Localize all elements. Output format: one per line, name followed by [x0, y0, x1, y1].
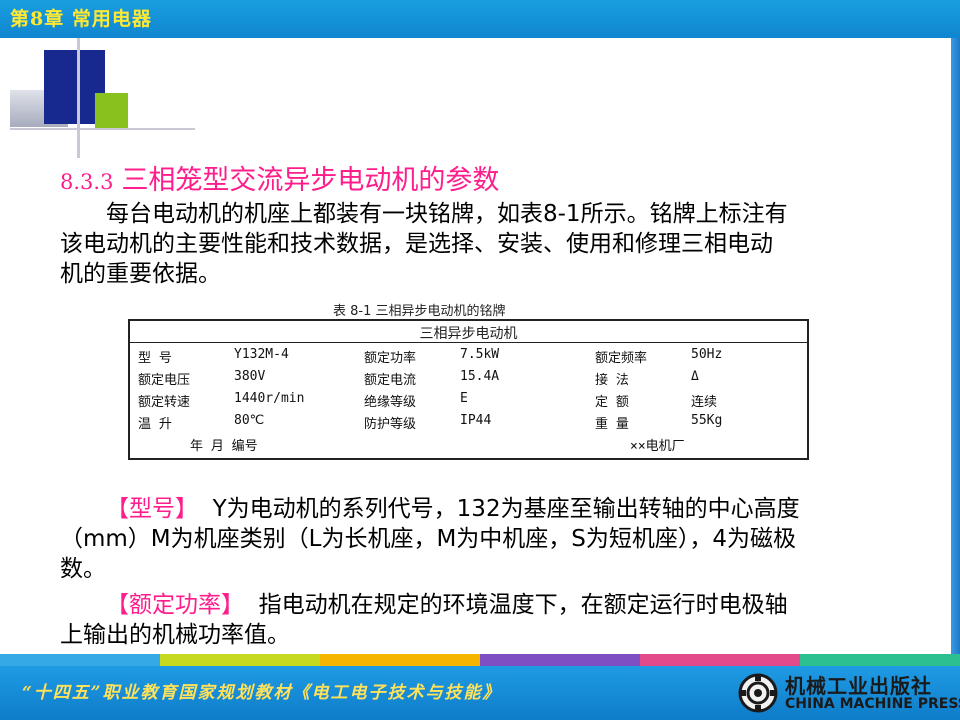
intro-line-3: 机的重要依据。	[60, 261, 221, 287]
power-line-1: 指电动机在规定的环境温度下，在额定运行时电极轴	[258, 592, 788, 618]
top-bar: 第8章 常用电器	[0, 0, 960, 38]
nameplate-label: 绝缘等级	[364, 395, 417, 410]
stripe-segment	[800, 654, 960, 666]
nameplate-label: 重 量	[595, 417, 629, 432]
nameplate-label: 定 额	[595, 395, 629, 410]
stripe-segment	[640, 654, 800, 666]
model-line-1: Y为电动机的系列代号，132为基座至输出转轴的中心高度	[212, 496, 800, 522]
stripe-segment	[0, 654, 160, 666]
nameplate-value: 连续	[691, 395, 718, 410]
table-caption: 表 8-1 三相异步电动机的铭牌	[333, 304, 506, 319]
model-line-3: 数。	[60, 556, 106, 582]
nameplate-label: 额定功率	[364, 351, 417, 366]
decor-green-square	[95, 93, 128, 128]
nameplate-manufacturer: ××电机厂	[630, 439, 685, 454]
section-title: 三相笼型交流异步电动机的参数	[121, 165, 500, 196]
nameplate-value: 55Kg	[691, 413, 723, 428]
nameplate-value: 80℃	[234, 413, 265, 428]
nameplate-value: 1440r/min	[234, 391, 305, 406]
power-term: 【额定功率】	[106, 592, 244, 618]
nameplate-value: 15.4A	[460, 369, 500, 384]
nameplate-label: 防护等级	[364, 417, 417, 432]
publisher-logo-icon	[738, 673, 778, 713]
footer-bar: “十四五”职业教育国家规划教材《电工电子技术与技能》 机械工业出版社 CHINA…	[0, 666, 960, 720]
nameplate-label: 温 升	[138, 417, 172, 432]
nameplate-label: 额定转速	[138, 395, 191, 410]
model-term: 【型号】	[106, 496, 198, 522]
nameplate-label: 接 法	[595, 373, 629, 388]
publisher-name-cn: 机械工业出版社	[785, 674, 932, 698]
stripe-segment	[160, 654, 320, 666]
decor-vertical-line	[77, 38, 80, 158]
chapter-title: 第8章 常用电器	[10, 8, 152, 30]
nameplate-value: Y132M-4	[234, 347, 289, 362]
section-number: 8.3.3	[60, 170, 114, 194]
nameplate-value: IP44	[460, 413, 492, 428]
nameplate-title: 三相异步电动机	[419, 326, 518, 342]
nameplate-label: 型 号	[138, 351, 172, 366]
color-stripe	[0, 654, 960, 666]
nameplate-value: 50Hz	[691, 347, 723, 362]
right-accent-bar	[951, 38, 960, 654]
intro-line-1: 每台电动机的机座上都装有一块铭牌，如表8-1所示。铭牌上标注有	[106, 201, 788, 227]
nameplate-value: Δ	[691, 369, 699, 384]
model-line-2: （mm）M为机座类别（L为长机座，M为中机座，S为短机座），4为磁极	[60, 526, 797, 552]
section-heading: 8.3.3 三相笼型交流异步电动机的参数	[60, 164, 499, 198]
power-line-2: 上输出的机械功率值。	[60, 622, 290, 648]
nameplate-label: 额定电压	[138, 373, 191, 388]
decor-horizontal-line	[10, 128, 195, 130]
nameplate-label: 额定电流	[364, 373, 417, 388]
stripe-segment	[320, 654, 480, 666]
nameplate-date-serial: 年 月 编号	[190, 439, 258, 454]
model-paragraph: 【型号】 Y为电动机的系列代号，132为基座至输出转轴的中心高度 （mm）M为机…	[60, 494, 922, 584]
nameplate-value: E	[460, 391, 468, 406]
nameplate-value: 7.5kW	[460, 347, 500, 362]
intro-paragraph: 每台电动机的机座上都装有一块铭牌，如表8-1所示。铭牌上标注有 该电动机的主要性…	[60, 199, 922, 289]
nameplate-value: 380V	[234, 369, 266, 384]
nameplate-divider	[130, 342, 807, 343]
series-title: “十四五”职业教育国家规划教材《电工电子技术与技能》	[22, 683, 502, 703]
nameplate-label: 额定频率	[595, 351, 648, 366]
publisher-name-en: CHINA MACHINE PRESS	[785, 696, 960, 712]
stripe-segment	[480, 654, 640, 666]
nameplate-table: 三相异步电动机 型 号 Y132M-4 额定功率 7.5kW 额定频率 50Hz…	[128, 319, 809, 460]
intro-line-2: 该电动机的主要性能和技术数据，是选择、安装、使用和修理三相电动	[60, 231, 773, 257]
power-paragraph: 【额定功率】 指电动机在规定的环境温度下，在额定运行时电极轴 上输出的机械功率值…	[60, 590, 922, 650]
